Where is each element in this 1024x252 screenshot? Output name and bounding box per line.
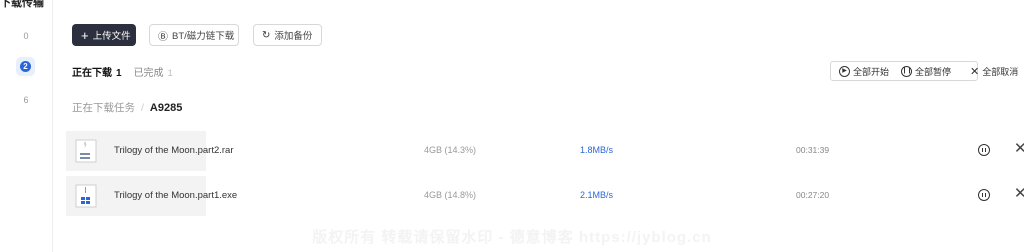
pause-circle-icon: ❙❙ (901, 65, 912, 77)
cancel-all-button[interactable]: ✕ 全部取消 (970, 61, 1018, 81)
refresh-icon: ↻ (262, 29, 271, 41)
play-circle-icon: ▶ (839, 65, 850, 77)
time-remaining: 00:27:20 (796, 190, 830, 200)
download-speed: 2.1MB/s (580, 190, 614, 200)
tab-completed-count: 1 (167, 68, 173, 78)
magnet-icon: Ⓑ (158, 31, 168, 43)
file-name: Trilogy of the Moon.part2.rar (114, 145, 234, 156)
archive-file-icon: § (75, 139, 97, 163)
sidebar-item-count[interactable]: 0 (0, 31, 52, 41)
tab-completed[interactable]: 已完成 (134, 64, 164, 79)
pause-icon[interactable] (978, 144, 990, 156)
tab-downloading[interactable]: 正在下载 (72, 64, 112, 79)
tab-downloading-count: 1 (116, 68, 122, 79)
time-remaining: 00:31:39 (796, 145, 830, 155)
sidebar-item-active[interactable]: 2 (16, 57, 35, 76)
sidebar-item-count: 2 (20, 61, 31, 72)
breadcrumb-root[interactable]: 正在下载任务 (72, 100, 135, 115)
sidebar-item-count[interactable]: 6 (0, 95, 52, 105)
file-name: Trilogy of the Moon.part1.exe (114, 190, 238, 201)
plus-icon: + (81, 27, 89, 43)
breadcrumb-current: A9285 (149, 101, 183, 114)
close-icon[interactable]: ✕ (1014, 139, 1024, 157)
bt-download-label: BT/磁力链下载 (172, 31, 235, 42)
task-row[interactable]: § Trilogy of the Moon.part2.rar 4GB (14.… (66, 131, 1024, 171)
pause-all-label: 全部暂停 (915, 66, 952, 77)
breadcrumb: 正在下载任务 / A9285 (72, 100, 182, 115)
breadcrumb-separator: / (141, 101, 144, 114)
download-tabs: 正在下载 1 已完成 1 (72, 64, 173, 79)
file-size: 4GB (14.8%) (424, 190, 477, 200)
pause-icon[interactable] (978, 189, 990, 201)
start-all-button[interactable]: ▶ 全部开始 ❙❙ 全部暂停 (830, 61, 978, 81)
download-speed: 1.8MB/s (580, 145, 614, 155)
sidebar: 0 2 6 (0, 0, 53, 252)
upload-file-button[interactable]: + 上传文件 (72, 24, 136, 46)
close-icon: ✕ (970, 65, 980, 78)
start-all-label: 全部开始 (853, 66, 890, 77)
add-backup-label: 添加备份 (274, 31, 313, 42)
add-backup-button[interactable]: ↻ 添加备份 (253, 24, 322, 46)
file-size: 4GB (14.3%) (424, 145, 477, 155)
exe-file-icon (75, 184, 97, 208)
close-icon[interactable]: ✕ (1014, 184, 1024, 202)
bt-magnet-download-button[interactable]: Ⓑ BT/磁力链下载 (149, 24, 239, 46)
cancel-all-label: 全部取消 (982, 66, 1019, 77)
watermark: 版权所有 转载请保留水印 - 德意博客 https://jyblog.cn (312, 229, 712, 246)
task-row[interactable]: Trilogy of the Moon.part1.exe 4GB (14.8%… (66, 176, 1024, 216)
upload-file-label: 上传文件 (92, 31, 131, 42)
